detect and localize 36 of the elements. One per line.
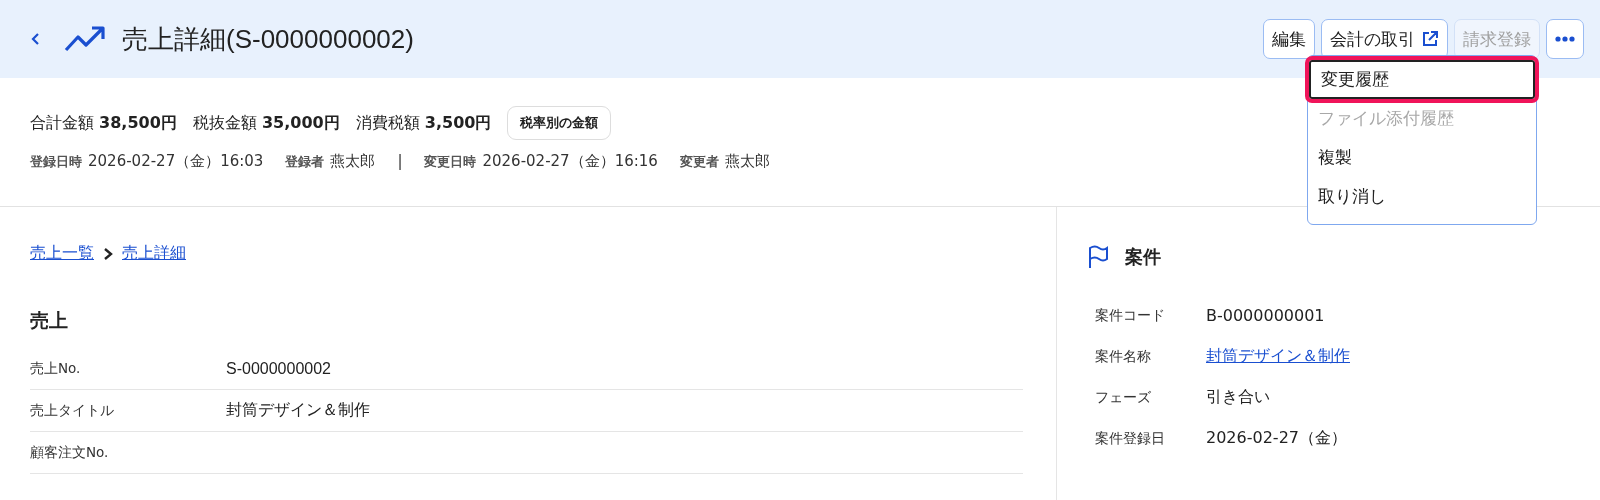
amount-text: 消費税額 3,500円 — [355, 112, 492, 134]
field-label: フェーズ — [1095, 388, 1152, 407]
field-label: 案件登録日 — [1095, 429, 1166, 448]
flag-icon — [1087, 245, 1109, 269]
field-value: 引き合い — [1206, 387, 1270, 408]
menu-item[interactable]: 取り消し — [1308, 177, 1536, 216]
trend-up-icon — [64, 24, 108, 54]
section-title: 売上 — [30, 308, 69, 333]
page-title: 売上詳細(S-0000000002) — [122, 22, 415, 56]
field-value: 2026-02-27（金） — [1206, 428, 1347, 449]
field-label: 売上No. — [30, 359, 82, 378]
amount-text: 合計金額 38,500円 — [30, 112, 177, 134]
field-label: 案件名称 — [1095, 347, 1152, 366]
field-label: 顧客注文No. — [30, 443, 110, 462]
more-icon — [1555, 36, 1575, 42]
meta-text: 登録日時 2026-02-27（金）16:03 — [30, 152, 264, 171]
project-link[interactable]: 封筒デザイン＆制作 — [1206, 346, 1350, 367]
separator: | — [397, 152, 403, 171]
chevron-icon — [102, 246, 114, 261]
tax-rate-button[interactable]: 税率別の金額 — [507, 106, 612, 140]
action-button[interactable]: 編集 — [1263, 19, 1315, 59]
field-label: 案件コード — [1095, 306, 1166, 325]
breadcrumb-link[interactable]: 売上詳細 — [122, 243, 186, 264]
amount-text: 税抜金額 35,000円 — [192, 112, 340, 134]
meta-text: 変更日時 2026-02-27（金）16:16 — [424, 152, 658, 171]
panel-title: 案件 — [1125, 245, 1161, 269]
field-label: 売上タイトル — [30, 401, 115, 420]
meta-text: 登録者 燕太郎 — [285, 152, 376, 171]
breadcrumb-link[interactable]: 売上一覧 — [30, 243, 94, 264]
meta-text: 変更者 燕太郎 — [679, 152, 770, 171]
field-value: S-0000000002 — [226, 359, 331, 378]
menu-item[interactable]: 複製 — [1308, 138, 1536, 177]
field-value: B-0000000001 — [1206, 306, 1325, 325]
external-link-icon — [1421, 30, 1439, 48]
field-value: 封筒デザイン＆制作 — [226, 400, 370, 420]
more-button[interactable] — [1546, 19, 1584, 59]
